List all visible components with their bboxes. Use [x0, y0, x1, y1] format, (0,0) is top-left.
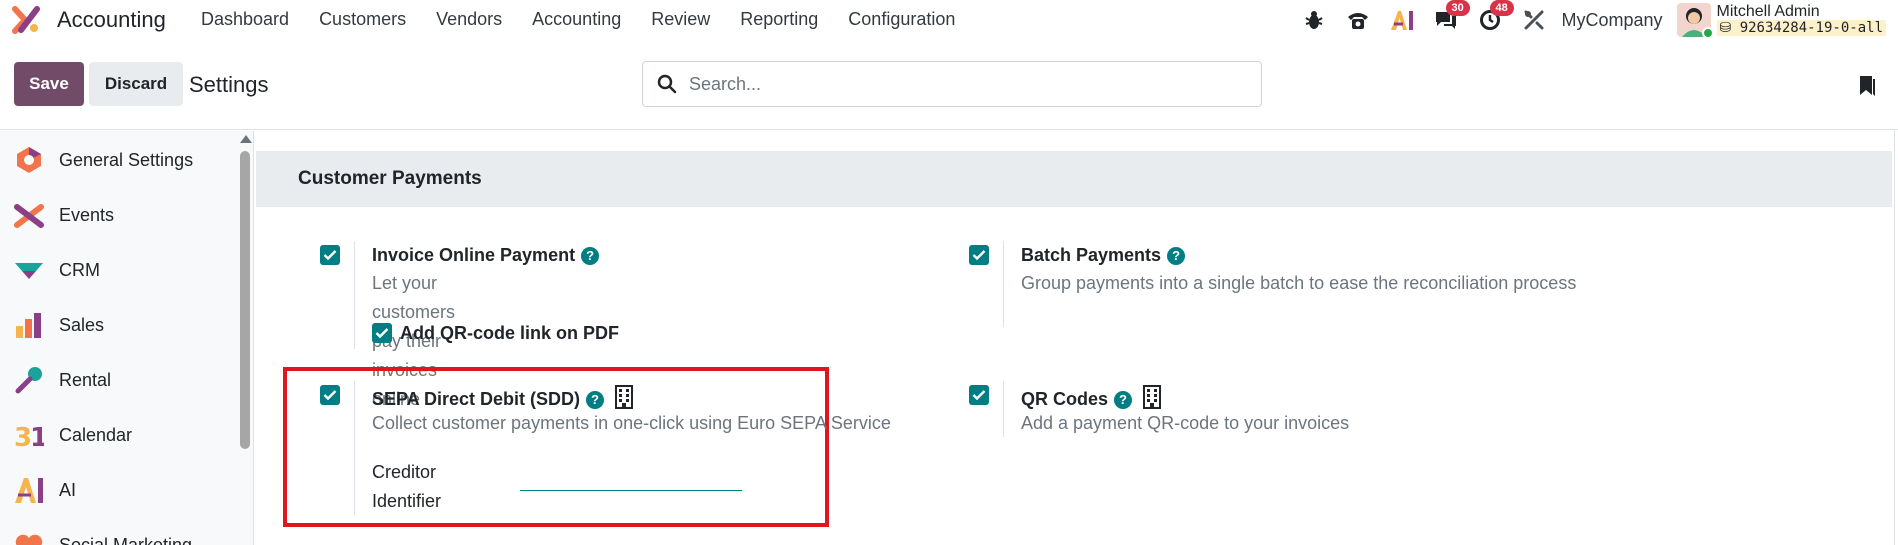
messages-icon[interactable]: 30: [1434, 0, 1470, 32]
qr-link-pdf-checkbox[interactable]: [372, 323, 392, 343]
company-switcher[interactable]: MyCompany: [1562, 10, 1663, 31]
qr-codes-checkbox[interactable]: [969, 385, 989, 405]
divider: [354, 241, 355, 349]
ai-icon[interactable]: [1390, 8, 1414, 32]
divider: [1003, 381, 1004, 437]
sidebar-item-label: CRM: [59, 259, 100, 280]
help-icon[interactable]: ?: [1114, 391, 1133, 409]
section-header: Customer Payments: [256, 151, 1892, 207]
social-marketing-icon: [15, 534, 43, 545]
content-scrollbar[interactable]: [1894, 130, 1898, 545]
sidebar-item-events[interactable]: Events: [14, 200, 114, 230]
menu-accounting[interactable]: Accounting: [532, 9, 621, 30]
sidebar-scrollbar[interactable]: [238, 131, 252, 545]
help-icon[interactable]: ?: [1167, 247, 1186, 265]
user-name: Mitchell Admin: [1716, 3, 1820, 20]
help-icon[interactable]: ?: [586, 391, 605, 409]
breadcrumb: Settings: [189, 72, 269, 97]
check-icon: [323, 250, 337, 261]
sidebar-item-label: General Settings: [59, 149, 194, 170]
general-settings-icon: [17, 147, 41, 173]
invoice-online-payment-checkbox[interactable]: [320, 245, 340, 265]
main-menu: Dashboard Customers Vendors Accounting R…: [201, 9, 985, 30]
calendar-icon: 31: [14, 423, 44, 450]
avatar[interactable]: [1676, 3, 1714, 39]
scroll-up-icon[interactable]: [240, 135, 252, 143]
ai-icon: [15, 478, 43, 503]
menu-review[interactable]: Review: [651, 9, 710, 30]
sidebar-item-label: Sales: [59, 314, 105, 335]
database-icon: ⛁: [1719, 20, 1740, 36]
activities-badge: 48: [1489, 0, 1514, 16]
sidebar-item-calendar[interactable]: 31 Calendar: [14, 420, 132, 450]
messages-badge: 30: [1445, 0, 1470, 16]
menu-configuration[interactable]: Configuration: [848, 9, 955, 30]
save-button[interactable]: Save: [14, 62, 84, 106]
sidebar-item-label: Calendar: [59, 424, 133, 445]
sidebar-item-crm[interactable]: CRM: [14, 255, 100, 285]
settings-content: Customer Payments Invoice Online Payment…: [256, 131, 1898, 545]
sidebar-item-general-settings[interactable]: General Settings: [14, 145, 193, 175]
creditor-identifier-input[interactable]: [520, 469, 742, 491]
setting-title: Invoice Online Payment?: [372, 245, 600, 266]
check-icon: [375, 328, 389, 339]
database-name: 92634284-19-0-all: [1739, 20, 1883, 36]
setting-description: Collect customer payments in one-click u…: [372, 413, 891, 433]
sidebar-item-rental[interactable]: Rental: [14, 365, 111, 395]
app-name[interactable]: Accounting: [57, 7, 166, 33]
sidebar-item-label: Social Marketing: [59, 534, 193, 545]
sidebar-item-sales[interactable]: Sales: [14, 310, 104, 340]
search-icon: [657, 74, 677, 94]
phone-icon[interactable]: [1346, 8, 1370, 32]
sepa-direct-debit-checkbox[interactable]: [320, 385, 340, 405]
scrollbar-thumb[interactable]: [240, 151, 250, 449]
online-status-icon: [1701, 27, 1714, 39]
rental-icon: [15, 367, 42, 394]
user-menu[interactable]: Mitchell Admin ⛁ 92634284-19-0-all: [1676, 3, 1886, 39]
setting-description: Add a payment QR-code to your invoices: [1021, 413, 1350, 433]
setting-title: Batch Payments?: [1021, 245, 1186, 266]
search-bar[interactable]: [642, 61, 1262, 107]
events-icon: [14, 204, 44, 228]
svg-text:1: 1: [30, 423, 44, 450]
menu-reporting[interactable]: Reporting: [740, 9, 818, 30]
database-tag: ⛁ 92634284-19-0-all: [1716, 20, 1886, 36]
crm-icon: [15, 263, 43, 279]
sales-icon: [16, 313, 41, 338]
sidebar-item-label: AI: [59, 479, 77, 500]
search-input[interactable]: [689, 73, 1249, 95]
menu-vendors[interactable]: Vendors: [436, 9, 502, 30]
systray: 30 48 MyCompany Mitchell Admin ⛁ 9263428…: [1292, 0, 1886, 40]
help-icon[interactable]: ?: [581, 247, 600, 265]
activities-clock-icon[interactable]: 48: [1478, 0, 1514, 32]
section-title: Customer Payments: [298, 168, 482, 189]
batch-payments-checkbox[interactable]: [969, 245, 989, 265]
sidebar-item-social-marketing[interactable]: Social Marketing: [14, 530, 192, 545]
sidebar-item-label: Events: [59, 204, 115, 225]
setting-title-text: QR Codes: [1021, 389, 1109, 409]
setting-title-text: Batch Payments: [1021, 245, 1162, 265]
settings-sidebar: General Settings Events CRM Sales Rental…: [0, 131, 254, 545]
menu-customers[interactable]: Customers: [319, 9, 406, 30]
check-icon: [972, 390, 986, 401]
sidebar-item-label: Rental: [59, 369, 112, 390]
bookmark-icon[interactable]: [1858, 75, 1876, 97]
control-panel: Save Discard Settings: [0, 40, 1898, 130]
divider: [354, 381, 355, 515]
discard-button[interactable]: Discard: [89, 62, 183, 106]
creditor-identifier-label: Creditor Identifier: [372, 462, 442, 511]
divider: [1003, 241, 1004, 327]
check-icon: [323, 390, 337, 401]
sub-option-label[interactable]: Add QR-code link on PDF: [400, 323, 619, 344]
sidebar-item-ai[interactable]: AI: [14, 475, 76, 505]
check-icon: [972, 250, 986, 261]
top-navbar: Accounting Dashboard Customers Vendors A…: [0, 0, 1898, 40]
accounting-app-icon[interactable]: [12, 6, 40, 34]
menu-dashboard[interactable]: Dashboard: [201, 9, 289, 30]
setting-title-text: SEPA Direct Debit (SDD): [372, 389, 581, 409]
setting-title-text: Invoice Online Payment: [372, 245, 576, 265]
setting-description: Group payments into a single batch to ea…: [1021, 273, 1577, 293]
tools-icon[interactable]: [1522, 8, 1546, 32]
debug-bug-icon[interactable]: [1302, 8, 1326, 32]
